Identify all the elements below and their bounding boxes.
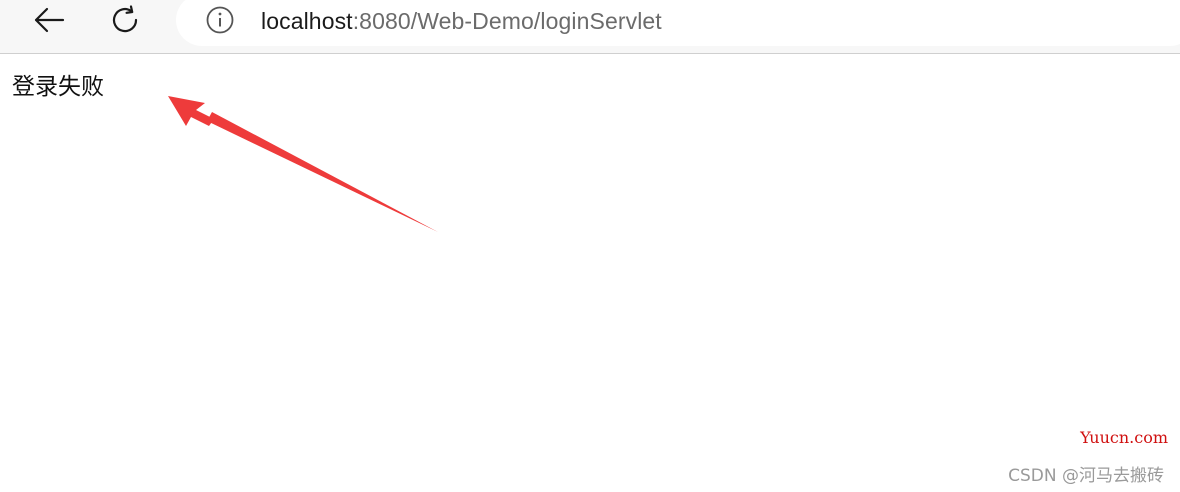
annotation-arrow-head [168,96,214,126]
address-bar[interactable]: localhost:8080/Web-Demo/loginServlet [176,0,1180,46]
login-failed-message: 登录失败 [12,74,104,100]
reload-button[interactable] [106,2,146,38]
back-button[interactable] [29,2,69,38]
url-host: localhost [261,8,353,34]
arrow-left-icon [34,7,65,33]
browser-toolbar: localhost:8080/Web-Demo/loginServlet [0,0,1180,54]
info-icon[interactable] [206,6,234,34]
url-path: :8080/Web-Demo/loginServlet [352,8,662,34]
annotation-arrow [168,96,438,232]
reload-icon [112,5,138,33]
csdn-watermark: CSDN @河马去搬砖 [1008,466,1164,486]
annotation-arrow-shaft [207,112,438,232]
url-text[interactable]: localhost:8080/Web-Demo/loginServlet [261,7,662,35]
site-watermark: Yuucn.com [1080,428,1168,447]
